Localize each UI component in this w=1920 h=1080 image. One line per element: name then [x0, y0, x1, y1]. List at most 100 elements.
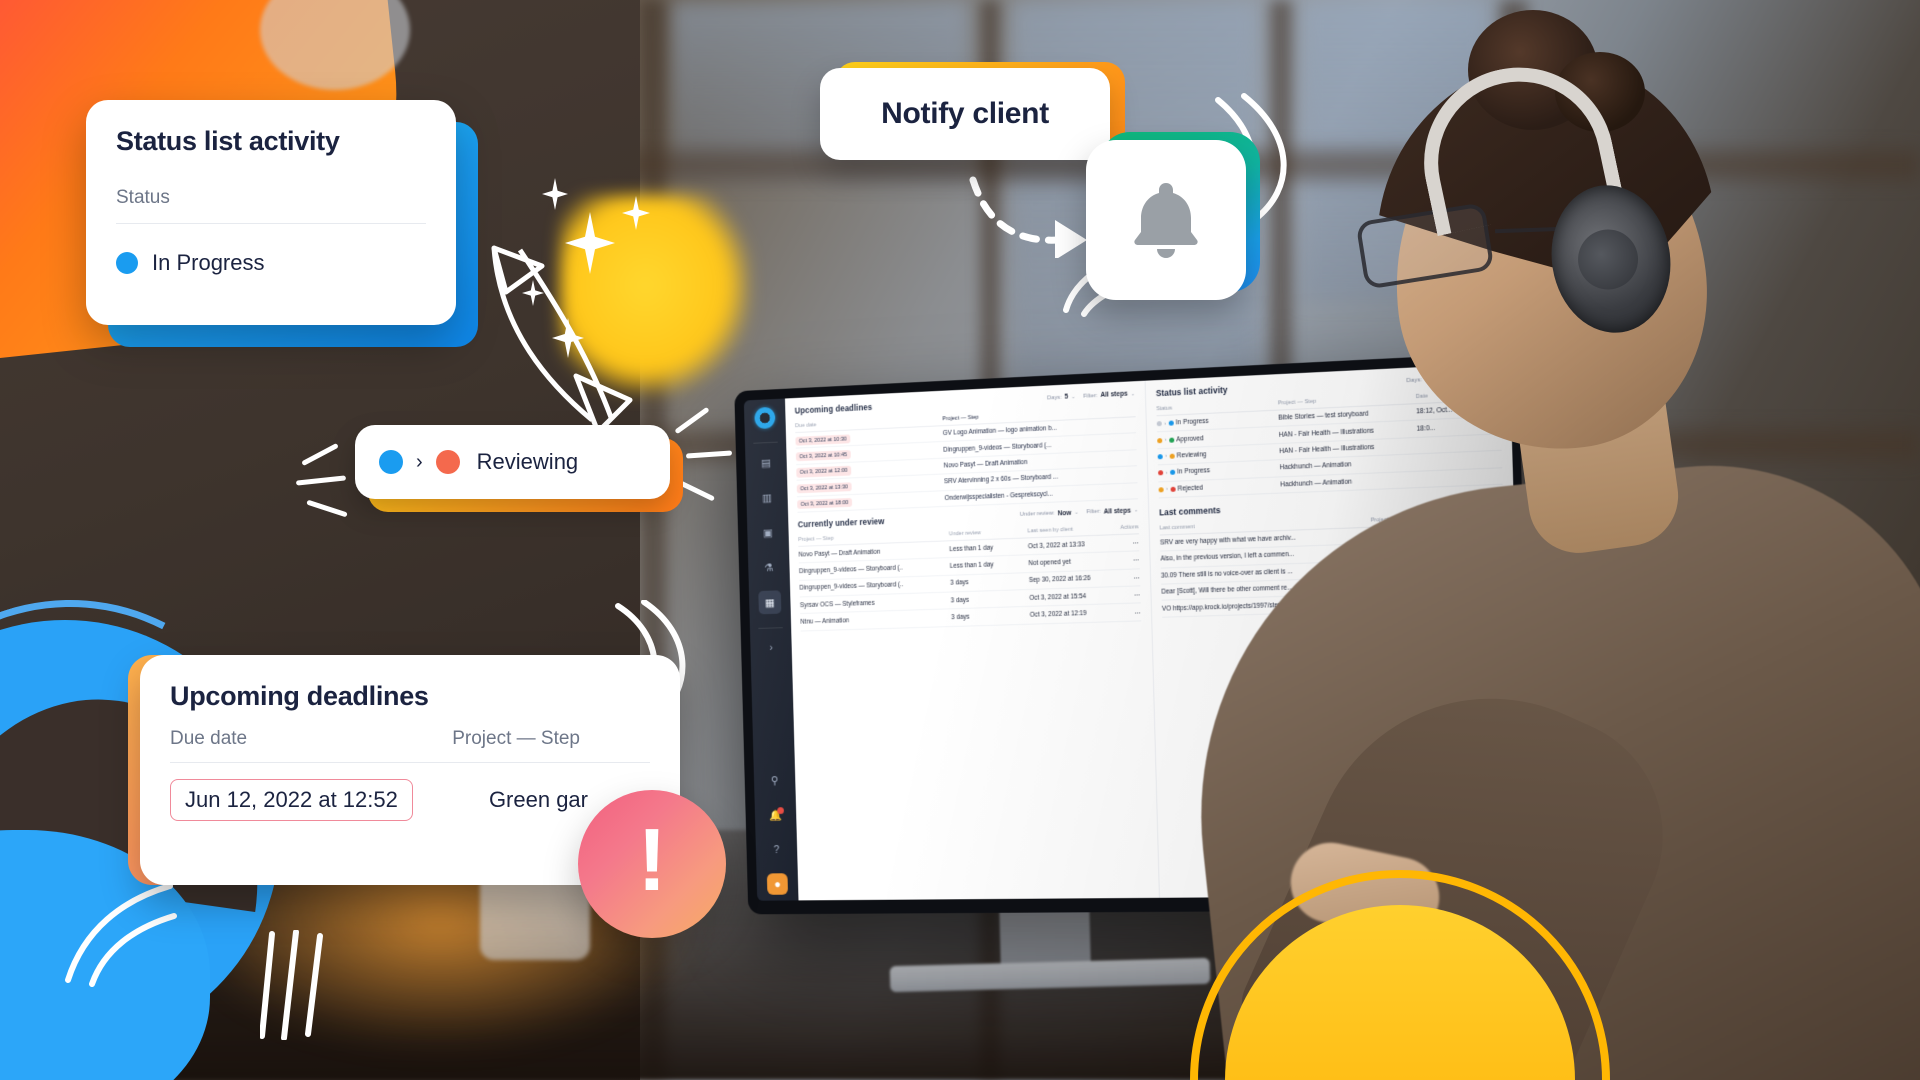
sidebar-item-list-view[interactable]: ▤: [755, 450, 778, 474]
sidebar-help-icon[interactable]: ?: [765, 838, 788, 862]
sidebar-item-dashboard[interactable]: ▦: [758, 590, 782, 615]
last-seen-cell: Oct 3, 2022 at 13:33: [1027, 540, 1085, 550]
motion-line-group: [260, 930, 323, 1040]
sidebar-item-calendar[interactable]: ▣: [756, 520, 779, 544]
panel-currently-under-review: Currently under review Under review: Now…: [797, 507, 1142, 632]
project-step-cell: Onderwijsspecialisten - Gesprekscycl...: [944, 490, 1053, 502]
due-date-badge: Oct 3, 2022 at 10:45: [795, 450, 851, 462]
last-seen-cell: Oct 3, 2022 at 15:54: [1029, 592, 1087, 602]
due-date-badge: Oct 3, 2022 at 10:30: [795, 434, 851, 446]
card-status-list-activity: Status list activity Status In Progress: [86, 100, 456, 325]
exclamation-badge: !: [578, 790, 726, 938]
project-step-cell: Dingruppen_9-videos — Storyboard (..: [798, 564, 903, 576]
due-date-cell: Oct 3, 2022 at 18:00: [797, 495, 945, 510]
status-dot-to: [1169, 469, 1175, 476]
panel-upcoming-deadlines: Upcoming deadlines Days: 5 ⌄ Filter: All…: [794, 390, 1138, 513]
due-date-badge: Oct 3, 2022 at 12:00: [796, 466, 852, 478]
project-step-value: Green gar: [488, 787, 588, 812]
sidebar-expand-chevron-icon[interactable]: ›: [760, 636, 783, 660]
project-step-cell: Dingruppen_9-videos — Storyboard (..: [799, 581, 904, 592]
chevron-right-icon: ›: [1164, 453, 1167, 460]
due-date-cell: Oct 3, 2022 at 13:30: [796, 479, 945, 494]
under-review-cell: 3 days: [950, 579, 969, 587]
panel-title: Currently under review: [797, 517, 885, 530]
card-notification-bell[interactable]: [1086, 140, 1246, 300]
chevron-down-icon: ⌄: [1133, 507, 1139, 514]
steps-filter[interactable]: Filter: All steps ⌄: [1086, 507, 1138, 516]
panel-title: Upcoming deadlines: [794, 403, 873, 416]
sidebar-notifications-bell-icon[interactable]: 🔔: [764, 803, 787, 827]
chevron-right-icon: ›: [1165, 486, 1168, 493]
due-date-cell: Oct 3, 2022 at 10:30: [795, 430, 943, 446]
motion-arc: [65, 883, 177, 987]
due-date-cell: Oct 3, 2022 at 10:45: [795, 446, 944, 462]
hero-illustration: ▤ ▥ ▣ ⚗ ▦ › ⚲ 🔔 ? ● Upcoming deadlines D…: [0, 0, 1920, 1080]
actions-cell: ⋯: [1132, 539, 1140, 547]
card-notify-client[interactable]: Notify client: [820, 68, 1110, 160]
days-filter[interactable]: Days: 5 ⌄: [1047, 393, 1075, 401]
column-header: Actions: [1120, 524, 1139, 531]
table-row: Jun 12, 2022 at 12:52 Green gar: [170, 779, 650, 821]
actions-cell: ⋯: [1134, 608, 1142, 617]
actions-cell: ⋯: [1133, 574, 1141, 582]
last-seen-cell: Sep 30, 2022 at 16:26: [1028, 575, 1091, 585]
column-header-project-step: Project — Step: [452, 728, 580, 749]
status-dot-to: [1170, 486, 1176, 492]
status-row: In Progress: [116, 250, 426, 276]
chevron-right-icon: ›: [416, 450, 423, 473]
project-step-cell: Novo Pasyt — Draft Animation: [798, 548, 881, 559]
under-review-cell: Less than 1 day: [949, 561, 994, 570]
status-dot-from: [1156, 421, 1162, 427]
notification-badge: [776, 807, 784, 815]
under-review-cell: 3 days: [951, 613, 970, 622]
status-dot-from: [1157, 437, 1163, 443]
project-step-cell: Ntnu — Animation: [800, 617, 850, 626]
krock-logo-icon[interactable]: [754, 406, 776, 430]
notify-client-label: Notify client: [881, 97, 1049, 130]
status-dot-to: [1168, 420, 1174, 426]
status-label: In Progress: [152, 250, 265, 275]
sidebar-item-analytics[interactable]: ▥: [755, 485, 778, 509]
status-dot-from: [1157, 454, 1163, 460]
chevron-right-icon: ›: [1164, 436, 1167, 444]
under-review-filter[interactable]: Under review: Now ⌄: [1020, 509, 1079, 518]
due-date-cell: Oct 3, 2022 at 12:00: [796, 463, 944, 478]
last-seen-cell: Oct 3, 2022 at 12:19: [1029, 610, 1087, 619]
status-label: Reviewing: [476, 449, 579, 474]
exclamation-glyph: !: [637, 810, 667, 909]
column-header-due-date: Due date: [170, 728, 248, 749]
bell-icon: [1134, 183, 1198, 258]
card-status-transition-reviewing[interactable]: › Reviewing: [355, 425, 670, 499]
column-header: Last seen by client: [1027, 526, 1074, 535]
sidebar-user-avatar[interactable]: ●: [766, 873, 789, 895]
chevron-down-icon: ⌄: [1074, 509, 1079, 517]
divider: [170, 762, 650, 763]
chevron-down-icon: ⌄: [1071, 393, 1076, 400]
sidebar-divider: [753, 441, 778, 444]
project-step-cell: Syrsav OCS — Styleframes: [799, 599, 875, 609]
column-header-status: Status: [116, 187, 170, 208]
card-title: Upcoming deadlines: [170, 681, 429, 711]
sidebar-search-icon[interactable]: ⚲: [763, 768, 786, 792]
due-date-badge: Oct 3, 2022 at 18:00: [797, 498, 852, 510]
status-dot-from: [1158, 486, 1164, 493]
column-header: Under review: [948, 530, 981, 538]
under-review-cell: 3 days: [950, 596, 970, 605]
status-dot-from: [1157, 470, 1164, 476]
sidebar-divider: [758, 627, 783, 629]
curved-arrow-icon: [491, 245, 633, 435]
actions-cell: ⋯: [1133, 556, 1140, 564]
due-date-badge: Jun 12, 2022 at 12:52: [170, 779, 413, 821]
due-date-badge: Oct 3, 2022 at 13:30: [796, 482, 852, 494]
actions-cell: ⋯: [1133, 591, 1141, 599]
table-header: Due date Project — Step: [170, 728, 650, 750]
status-dot-in-progress: [116, 252, 138, 274]
status-dot-to: [435, 450, 460, 474]
steps-filter[interactable]: Filter: All steps ⌄: [1083, 390, 1135, 400]
status-dot-to: [1168, 437, 1174, 443]
status-dot-from: [379, 450, 403, 474]
chevron-down-icon: ⌄: [1130, 390, 1135, 397]
chevron-right-icon: ›: [1164, 420, 1166, 427]
sidebar-item-filter[interactable]: ⚗: [757, 555, 780, 579]
card-title: Status list activity: [116, 126, 340, 156]
